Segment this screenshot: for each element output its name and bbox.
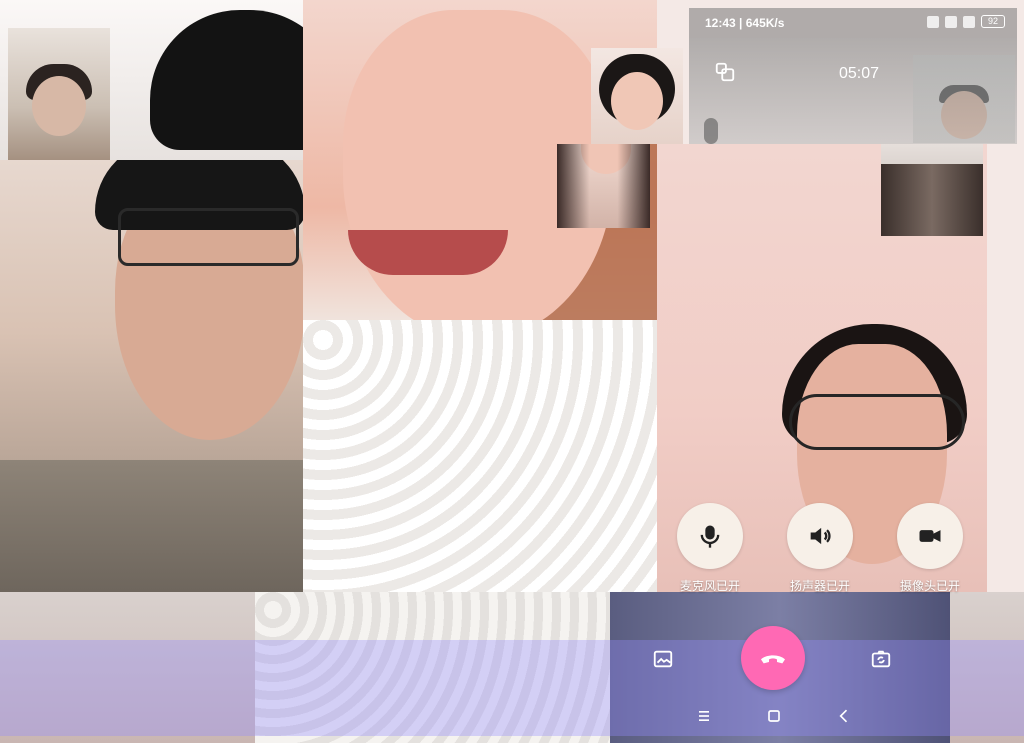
system-navigation-bar <box>657 700 917 734</box>
participant-scarf <box>303 320 657 592</box>
video-camera-icon <box>919 530 941 542</box>
flip-camera-icon[interactable] <box>869 648 893 670</box>
call-controls: 麦克风已开 扬声器已开 摄像头已开 <box>657 497 1024 595</box>
speaker-toggle-button[interactable] <box>787 503 853 569</box>
drag-handle[interactable] <box>704 118 718 144</box>
video-call-screen: 12:43 | 645K/s 92 05:07 麦克风已开 扬声器已开 摄像头已… <box>0 0 1024 743</box>
call-timer: 05:07 <box>839 65 880 82</box>
camera-toggle-button[interactable] <box>897 503 963 569</box>
microphone-toggle-button[interactable] <box>677 503 743 569</box>
back-chevron-icon[interactable] <box>834 706 854 726</box>
speaker-icon <box>810 527 831 545</box>
bluetooth-icon <box>927 15 939 28</box>
camera-control: 摄像头已开 <box>880 503 980 594</box>
status-time: 12:43 | 645K/s <box>705 16 784 30</box>
participant-clothing <box>881 164 983 236</box>
participant-face <box>611 72 663 130</box>
participant-video-top-left[interactable] <box>8 28 110 160</box>
network-speed-text: | 645K/s <box>739 16 785 30</box>
microphone-control: 麦克风已开 <box>660 503 760 594</box>
speaker-control: 扬声器已开 <box>770 503 870 594</box>
home-square-icon[interactable] <box>764 706 784 726</box>
wifi-icon <box>963 15 975 28</box>
microphone-icon <box>700 525 720 548</box>
participant-clothing <box>0 460 303 592</box>
battery-indicator: 92 <box>981 15 1005 28</box>
image-gallery-icon[interactable] <box>652 648 674 670</box>
participant-video-small-man-2[interactable] <box>881 144 983 236</box>
clock-text: 12:43 <box>705 16 736 30</box>
call-header: 05:07 <box>689 38 1017 144</box>
participant-mouth <box>348 230 508 275</box>
hang-up-phone-icon <box>761 655 785 664</box>
microphone-status-label: 麦克风已开 <box>679 579 740 593</box>
participant-glasses <box>118 208 299 266</box>
participant-hair <box>557 144 650 228</box>
status-icons: 92 <box>927 15 1005 28</box>
speaker-status-label: 扬声器已开 <box>789 579 850 593</box>
menu-icon[interactable] <box>694 706 714 726</box>
participant-glasses <box>789 394 965 450</box>
participant-video-small-girl[interactable] <box>591 48 683 144</box>
participant-video-small-girl-2[interactable] <box>557 144 650 228</box>
status-bar: 12:43 | 645K/s 92 <box>689 8 1017 38</box>
signal-icon <box>945 15 957 28</box>
hang-up-button[interactable] <box>741 626 805 690</box>
participant-face <box>32 76 86 136</box>
camera-status-label: 摄像头已开 <box>899 579 960 593</box>
minimize-window-icon[interactable] <box>714 61 736 83</box>
participant-video-left-man[interactable] <box>0 160 303 592</box>
